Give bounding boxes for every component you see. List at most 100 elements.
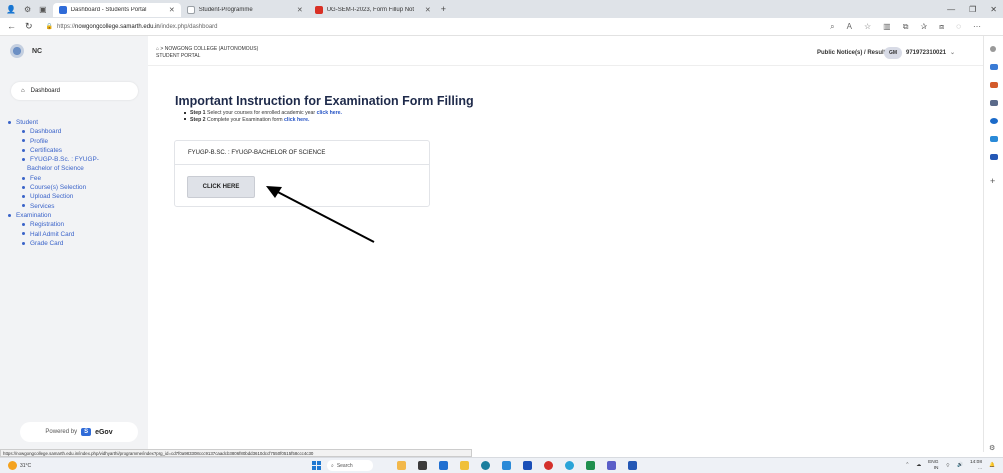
close-window-icon[interactable]: ✕ — [990, 5, 997, 14]
tab-student-programme[interactable]: Student-Programme ✕ — [181, 3, 309, 17]
tag-icon[interactable] — [990, 64, 998, 70]
sun-icon — [8, 461, 17, 470]
refresh-icon[interactable]: ↻ — [25, 21, 33, 32]
word-icon[interactable] — [990, 154, 998, 160]
nav-buttons: ← ↻ — [0, 21, 40, 32]
extensions-icon[interactable]: ⧉ — [903, 22, 909, 32]
weather-widget[interactable]: 31°C — [0, 461, 312, 470]
tab-dashboard[interactable]: Dashboard - Students Portal ✕ — [52, 3, 181, 17]
browser-sidebar: + ⚙ — [983, 36, 1003, 452]
menu-label: Examination — [16, 211, 52, 219]
search-page-icon[interactable]: ⌕ — [830, 22, 834, 32]
college-name[interactable]: NOWGONG COLLEGE (AUTONOMOUS) — [165, 46, 259, 52]
college-logo-icon — [10, 44, 24, 58]
collections-icon[interactable]: ⧈ — [939, 22, 944, 32]
favorite-icon[interactable]: ☆ — [864, 22, 871, 32]
home-icon[interactable]: ⌂ — [156, 46, 159, 52]
taskbar: 31°C ⌕ Search ⌃ ☁ ENG IN ⌔ 🔊 14:08 ... 🔔 — [0, 457, 1003, 473]
menu-label: Bachelor of Science — [27, 165, 84, 173]
menu-label: Profile — [30, 137, 49, 145]
search-icon: ⌕ — [331, 462, 334, 469]
people-icon[interactable] — [990, 100, 998, 106]
main-content: Important Instruction for Examination Fo… — [148, 66, 983, 452]
sidebar-item-fee[interactable]: Fee — [0, 174, 148, 183]
close-icon[interactable]: ✕ — [425, 6, 431, 14]
word-icon[interactable] — [628, 461, 637, 470]
menu-label: Student — [16, 119, 39, 126]
sidebar-dashboard-button[interactable]: ⌂ Dashboard — [11, 82, 138, 100]
app-icon[interactable] — [565, 461, 574, 470]
store-icon[interactable] — [439, 461, 448, 470]
url-field[interactable]: 🔒 https://nowgongcollege.samarth.edu.in/… — [46, 23, 736, 31]
sidebar-item-grade-card[interactable]: Grade Card — [0, 239, 148, 248]
language-indicator[interactable]: ENG IN — [928, 460, 938, 471]
favorites-icon[interactable]: ✰ — [920, 22, 927, 32]
sidebar-item-course-selection[interactable]: Course(s) Selection — [0, 183, 148, 192]
app-icon[interactable] — [990, 118, 998, 124]
menu-label: FYUGP-B.Sc. : FYUGP- — [30, 156, 99, 164]
start-button[interactable] — [312, 461, 321, 470]
close-icon[interactable]: ✕ — [169, 6, 175, 14]
app-icon[interactable] — [523, 461, 532, 470]
bullet-icon — [8, 213, 11, 217]
sidebar-item-student[interactable]: Student — [0, 118, 148, 127]
new-tab-button[interactable]: + — [437, 4, 450, 14]
copilot-icon[interactable]: ◌ — [956, 22, 961, 32]
restore-icon[interactable]: ❐ — [969, 5, 976, 14]
read-aloud-icon[interactable]: A — [847, 22, 852, 32]
portal-favicon-icon — [58, 6, 67, 14]
profile-icon[interactable]: 👤 — [6, 5, 16, 14]
lang-code: ENG — [928, 460, 939, 465]
user-menu[interactable]: GM 971972310021 ⌄ — [884, 46, 978, 59]
widgets-icon[interactable] — [397, 461, 406, 470]
sidebar-item-upload[interactable]: Upload Section — [0, 192, 148, 201]
address-bar: ← ↻ 🔒 https://nowgongcollege.samarth.edu… — [0, 18, 1003, 36]
chevron-up-icon[interactable]: ⌃ — [905, 463, 909, 468]
sidebar-item-examination[interactable]: Examination — [0, 211, 148, 220]
menu-label: Certificates — [30, 146, 62, 154]
bullet-icon — [22, 232, 25, 236]
sidebar: NC ⌂ Dashboard Student Dashboard Profile… — [0, 36, 148, 452]
cloud-icon[interactable]: ☁ — [916, 463, 921, 468]
sidebar-item-certificates[interactable]: Certificates — [0, 146, 148, 155]
menu-label: Fee — [30, 174, 42, 182]
tab-actions-icon[interactable]: ▣ — [39, 5, 47, 14]
outlook-icon[interactable] — [990, 136, 998, 142]
sidebar-item-dashboard[interactable]: Dashboard — [0, 127, 148, 136]
sidebar-item-registration[interactable]: Registration — [0, 220, 148, 229]
sidebar-item-hall-admit[interactable]: Hall Admit Card — [0, 230, 148, 239]
sidebar-item-programme[interactable]: FYUGP-B.Sc. : FYUGP- — [0, 155, 148, 164]
more-icon[interactable]: ⋯ — [973, 22, 981, 32]
public-notices-link[interactable]: Public Notice(s) / Results — [817, 50, 889, 56]
task-view-icon[interactable] — [418, 461, 427, 470]
window-controls: — ❐ ✕ — [947, 5, 1003, 14]
taskbar-apps — [397, 461, 637, 470]
toolbox-icon[interactable] — [990, 82, 998, 88]
back-icon[interactable]: ← — [7, 21, 16, 32]
app-icon[interactable] — [544, 461, 553, 470]
sidebar-item-programme-cont[interactable]: Bachelor of Science — [0, 164, 148, 173]
workspaces-icon[interactable]: ⚙ — [24, 5, 31, 14]
file-explorer-icon[interactable] — [460, 461, 469, 470]
app-icon[interactable] — [502, 461, 511, 470]
wifi-icon[interactable]: ⌔ — [946, 463, 951, 469]
excel-icon[interactable] — [586, 461, 595, 470]
add-icon[interactable]: + — [990, 176, 995, 186]
close-icon[interactable]: ✕ — [297, 6, 303, 14]
minimize-icon[interactable]: — — [947, 5, 955, 14]
brand[interactable]: NC — [0, 36, 148, 66]
sidebar-item-profile[interactable]: Profile — [0, 137, 148, 146]
tab-form-fillup[interactable]: UG-SEM-I-2023, Form Fillup Not ✕ — [309, 3, 437, 17]
split-screen-icon[interactable]: ▥ — [883, 22, 891, 32]
volume-icon[interactable]: 🔊 — [957, 463, 963, 468]
powered-by-egov[interactable]: Powered by S eGov — [20, 422, 138, 442]
settings-icon[interactable]: ⚙ — [989, 444, 995, 452]
teams-icon[interactable] — [607, 461, 616, 470]
menu-label: Hall Admit Card — [30, 230, 75, 238]
notification-icon[interactable]: 🔔 — [989, 463, 995, 468]
search-icon[interactable] — [990, 46, 996, 52]
edge-icon[interactable] — [481, 461, 490, 470]
sidebar-item-services[interactable]: Services — [0, 202, 148, 211]
clock[interactable]: 14:08 ... — [970, 460, 982, 471]
taskbar-search[interactable]: ⌕ Search — [327, 460, 373, 471]
